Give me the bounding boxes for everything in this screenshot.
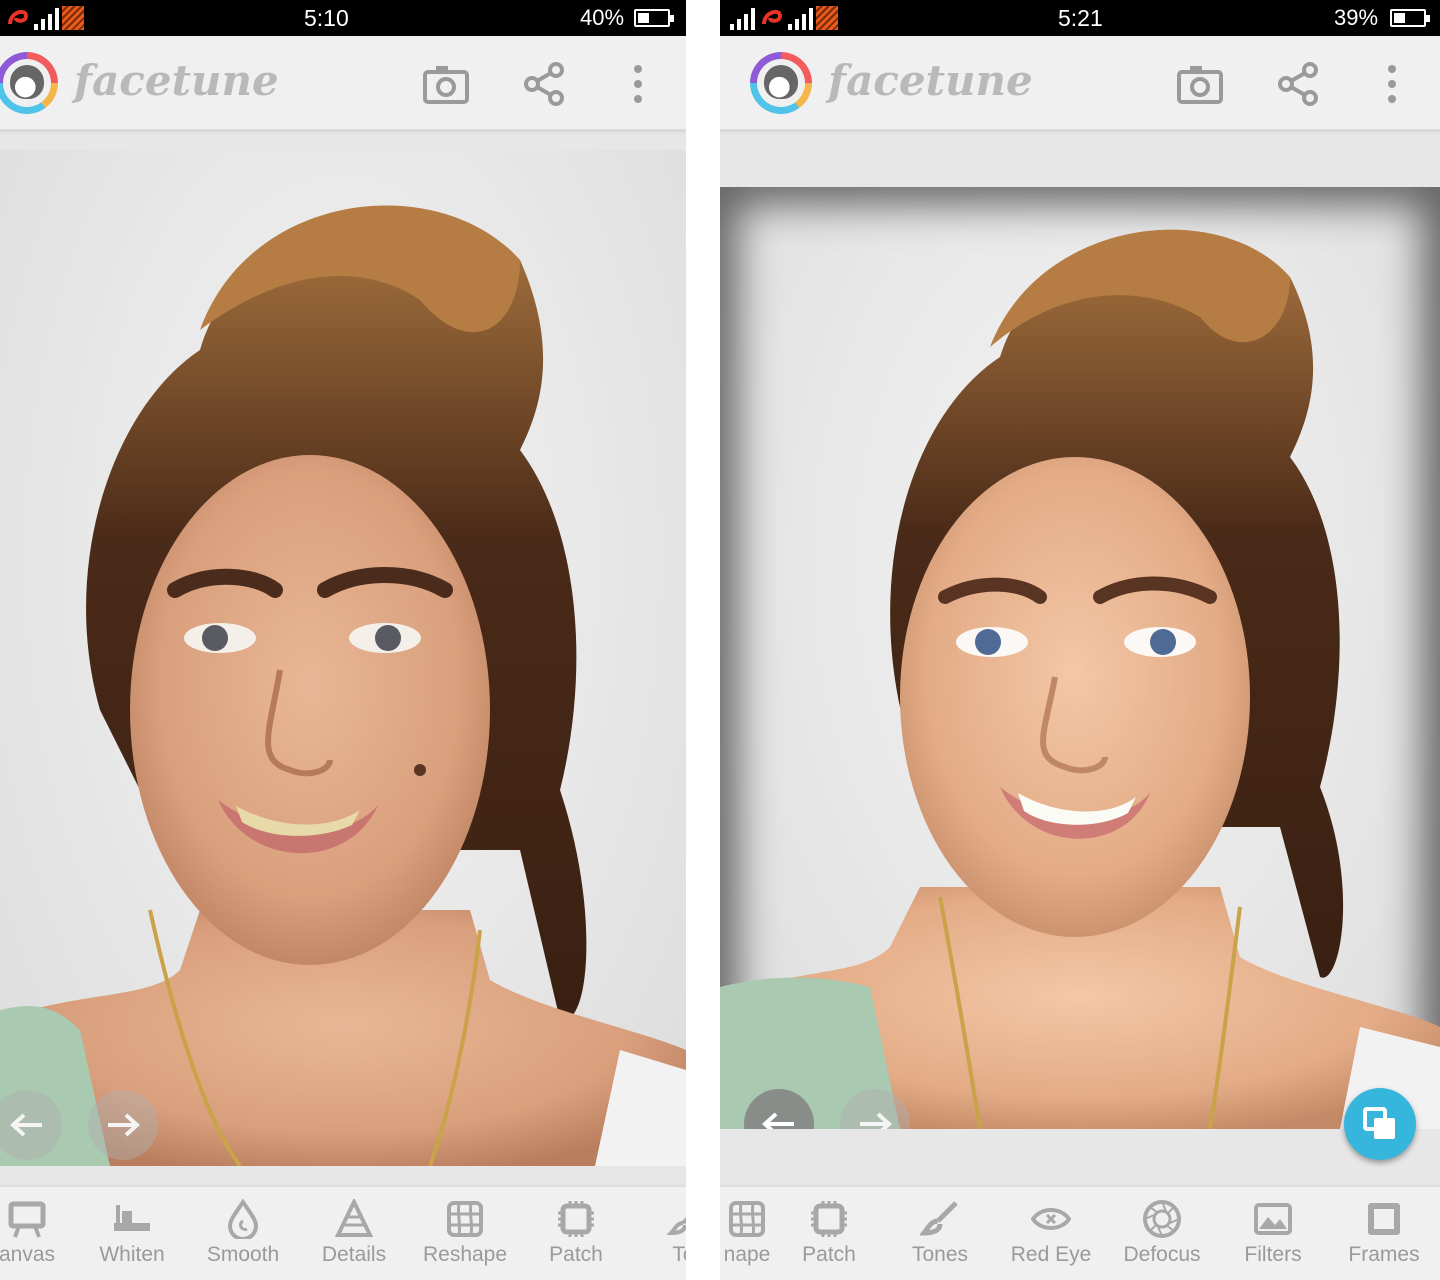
tool-defocus[interactable]: Defocus — [1107, 1187, 1217, 1280]
tool-smooth[interactable]: Smooth — [188, 1187, 298, 1280]
tones-icon — [920, 1201, 958, 1236]
details-icon — [334, 1199, 374, 1237]
tool-patch[interactable]: Patch — [774, 1187, 884, 1280]
facetune-logo-icon — [750, 52, 812, 114]
facetune-logo-icon — [0, 52, 58, 114]
signal-icon-2 — [788, 6, 813, 30]
smooth-icon — [227, 1199, 259, 1239]
patch-icon — [558, 1201, 594, 1237]
tool-frames[interactable]: Frames — [1329, 1187, 1439, 1280]
after-photo — [720, 187, 1440, 1129]
status-time: 5:21 — [1058, 5, 1103, 31]
tool-reshape[interactable]: Reshape — [410, 1187, 520, 1280]
portrait-illustration — [720, 229, 1440, 1129]
defocus-icon — [1143, 1200, 1181, 1238]
share-icon[interactable] — [520, 60, 568, 108]
battery-icon — [1390, 9, 1430, 27]
frames-icon — [1368, 1203, 1400, 1235]
carrier-icon — [760, 6, 784, 30]
data-icon — [816, 6, 838, 30]
tones-icon — [667, 1217, 686, 1236]
whiten-icon — [114, 1205, 150, 1231]
tools-toolbar: anvas Whiten Smooth Details Reshape Patc… — [0, 1185, 686, 1280]
battery-percent: 39% — [1334, 5, 1379, 30]
signal-icon — [730, 6, 755, 30]
tool-details[interactable]: Details — [299, 1187, 409, 1280]
status-time: 5:10 — [304, 5, 349, 31]
camera-icon[interactable] — [1176, 60, 1224, 108]
tool-label: Frames — [1348, 1243, 1420, 1266]
more-vert-icon[interactable] — [1368, 60, 1416, 108]
reshape-icon — [447, 1201, 483, 1237]
more-vert-icon[interactable] — [614, 60, 662, 108]
battery-icon — [634, 9, 674, 27]
tool-tones[interactable]: Tones — [885, 1187, 995, 1280]
portrait-illustration — [0, 205, 686, 1166]
data-icon — [62, 6, 84, 30]
tool-patch[interactable]: Patch — [521, 1187, 631, 1280]
battery-percent: 40% — [580, 5, 625, 30]
camera-icon[interactable] — [422, 60, 470, 108]
signal-icon — [34, 6, 59, 30]
tool-label: Tor — [672, 1243, 686, 1266]
tools-toolbar: nape Patch Tones Red Eye Defocus Filters… — [720, 1185, 1440, 1280]
red-eye-icon — [1031, 1208, 1071, 1230]
carrier-icon — [6, 6, 30, 30]
reshape-icon — [729, 1201, 765, 1237]
compare-icon — [1363, 1107, 1395, 1139]
filters-icon — [1254, 1203, 1292, 1235]
tool-whiten[interactable]: Whiten — [77, 1187, 187, 1280]
redo-button[interactable] — [88, 1090, 158, 1160]
share-icon[interactable] — [1274, 60, 1322, 108]
patch-icon — [811, 1201, 847, 1237]
app-brand: facetune — [74, 56, 279, 105]
app-bar: facetune — [0, 36, 686, 132]
tool-red-eye[interactable]: Red Eye — [996, 1187, 1106, 1280]
canvas-icon — [8, 1201, 46, 1238]
status-bar: 5:21 39% — [720, 0, 1440, 36]
app-brand: facetune — [828, 56, 1033, 105]
tool-filters[interactable]: Filters — [1218, 1187, 1328, 1280]
after-screen: 5:21 39% facetune nape Patch Tones Red E… — [720, 0, 1440, 1280]
before-screen: 5:10 40% facetune anvas Whiten Smooth De… — [0, 0, 686, 1280]
screens-divider — [686, 0, 720, 1280]
status-bar: 5:10 40% — [0, 0, 686, 36]
tool-tones[interactable]: Tor — [632, 1187, 686, 1280]
compare-button[interactable] — [1344, 1088, 1416, 1160]
app-bar: facetune — [720, 36, 1440, 132]
before-photo — [0, 150, 686, 1166]
